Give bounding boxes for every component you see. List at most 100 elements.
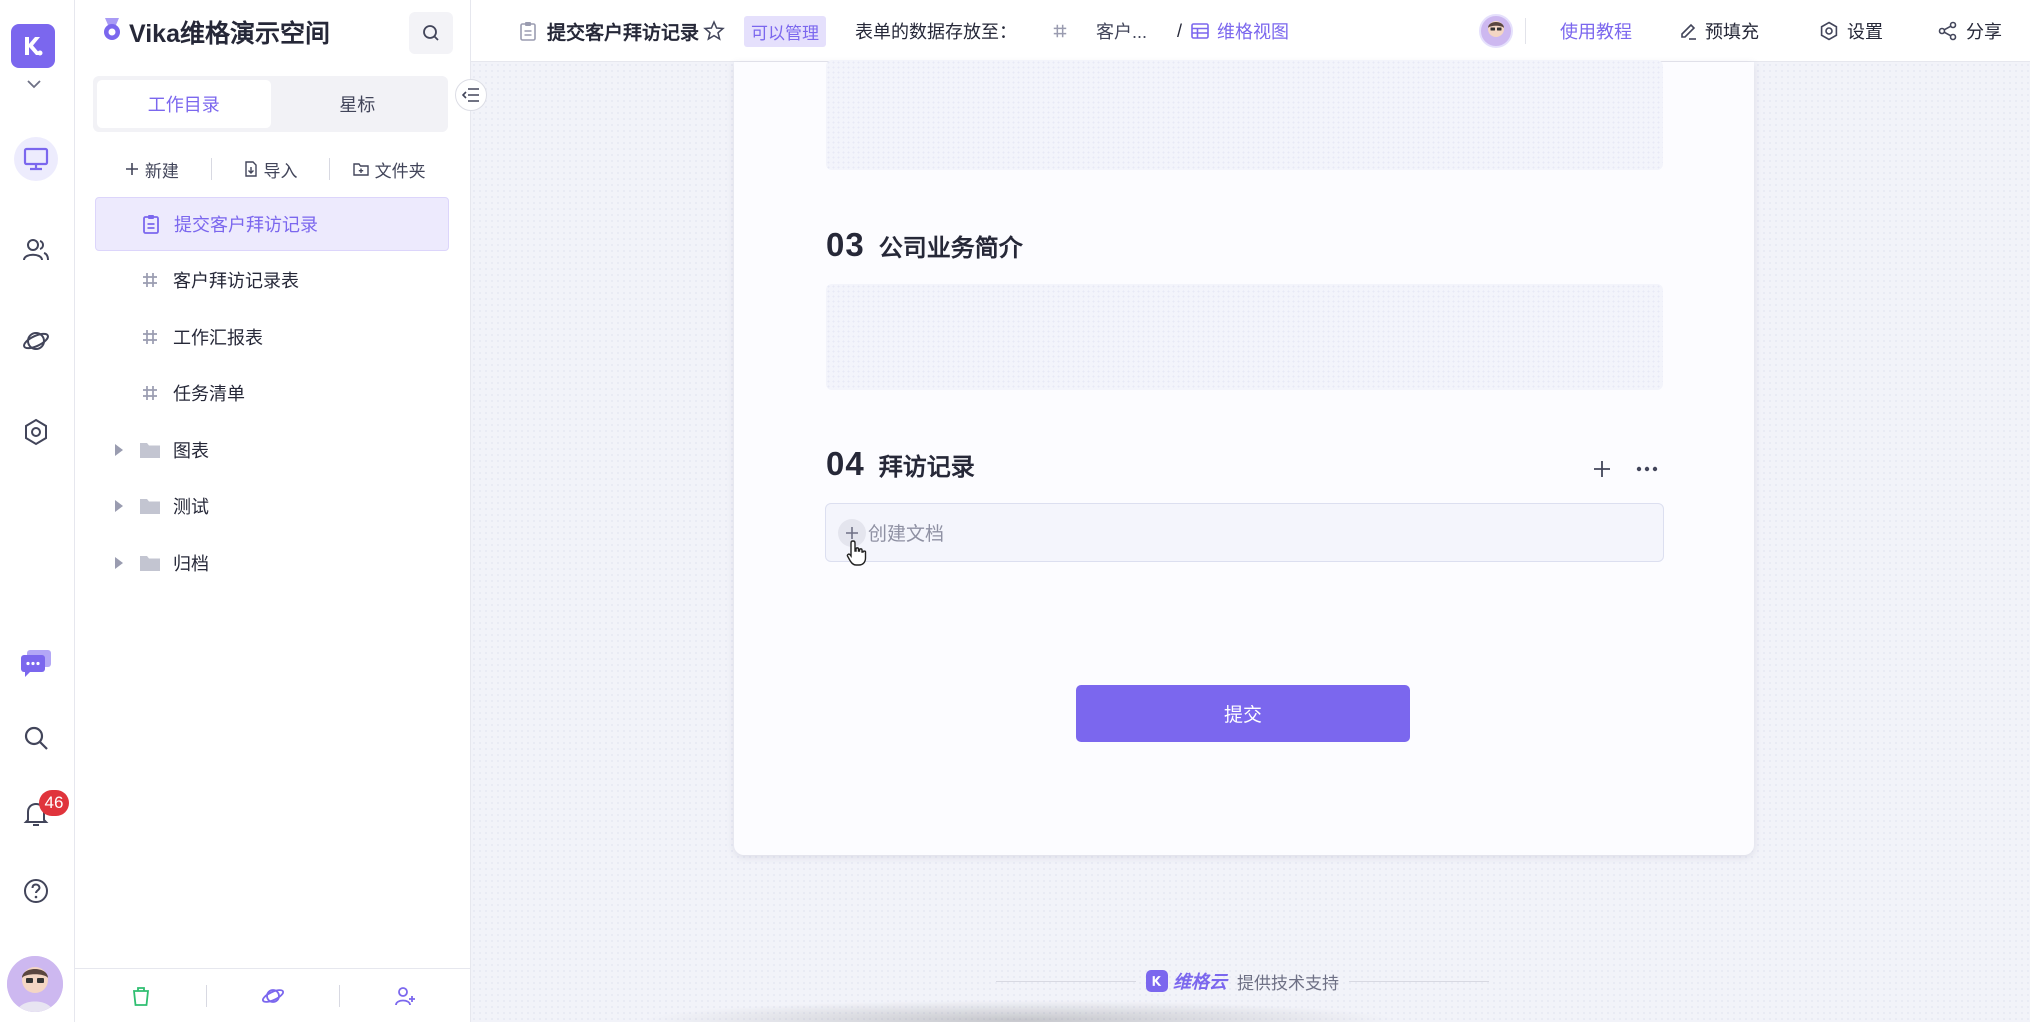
- collaborator-avatar[interactable]: [1479, 0, 1513, 62]
- field-number: 04: [826, 445, 865, 482]
- view-link[interactable]: 维格视图: [1191, 0, 1289, 62]
- sidebar-item-label: 任务清单: [173, 384, 245, 404]
- form-title-area: 提交客户拜访记录: [519, 0, 725, 62]
- collapse-icon: [462, 88, 479, 102]
- hand-pointer-icon: [845, 539, 869, 572]
- sidebar-item-label: 图表: [173, 441, 209, 461]
- tab-workdir[interactable]: 工作目录: [97, 80, 271, 128]
- field-label: 公司业务简介: [878, 235, 1023, 262]
- datasheet-hash-icon: [139, 326, 161, 348]
- folder-button[interactable]: 文件夹: [330, 157, 448, 182]
- datasheet-hash-icon: [1052, 23, 1068, 39]
- submit-button[interactable]: 提交: [1076, 685, 1410, 742]
- space-logo-icon: [101, 16, 123, 49]
- sidebar-item-label: 提交客户拜访记录: [174, 215, 318, 235]
- new-button[interactable]: 新建: [93, 157, 211, 182]
- datasheet-link[interactable]: 客户...: [1052, 0, 1147, 62]
- sidebar-item-folder[interactable]: 图表: [95, 423, 449, 477]
- template-center-button[interactable]: [207, 985, 338, 1007]
- star-icon[interactable]: [703, 20, 725, 42]
- sidebar-item-label: 工作汇报表: [173, 328, 263, 348]
- sidebar-item-label: 归档: [173, 554, 209, 574]
- sidebar-item-label: 客户拜访记录表: [173, 271, 299, 291]
- permission-badge[interactable]: 可以管理: [744, 15, 826, 47]
- space-name: Vika维格演示空间: [129, 20, 330, 48]
- caret-right-icon[interactable]: [115, 500, 123, 512]
- field-number: 03: [826, 226, 865, 263]
- import-button[interactable]: 导入: [212, 157, 330, 182]
- sidebar-tabs: 工作目录 星标: [93, 76, 448, 132]
- sidebar-item-folder[interactable]: 归档: [95, 536, 449, 590]
- storage-label: 表单的数据存放至：: [855, 22, 1017, 42]
- create-doc-field[interactable]: 创建文档: [825, 503, 1664, 562]
- create-doc-label: 创建文档: [868, 524, 945, 545]
- user-avatar[interactable]: [7, 956, 63, 1012]
- form-icon: [140, 213, 162, 235]
- add-icon[interactable]: [1587, 454, 1617, 484]
- tutorial-link[interactable]: 使用教程: [1560, 0, 1632, 62]
- folder-add-icon: [352, 163, 369, 176]
- powered-text: 提供技术支持: [1237, 973, 1339, 993]
- trash-icon: [132, 986, 149, 1006]
- caret-right-icon[interactable]: [115, 444, 123, 456]
- view-name: 维格视图: [1217, 22, 1289, 42]
- share-label: 分享: [1966, 22, 2002, 42]
- sidebar-search-button[interactable]: [409, 12, 453, 54]
- caret-right-icon[interactable]: [115, 557, 123, 569]
- invite-member-button[interactable]: [340, 985, 471, 1007]
- sidebar-item-datasheet[interactable]: 工作汇报表: [95, 310, 449, 364]
- prefill-button[interactable]: 预填充: [1679, 0, 1759, 62]
- more-icon[interactable]: [1632, 454, 1662, 484]
- settings-button[interactable]: 设置: [1819, 0, 1883, 62]
- form-card: 03 公司业务简介 04 拜访记录 创建文档 提交: [734, 60, 1754, 855]
- vika-logo-icon: [1146, 970, 1168, 992]
- previous-field-input[interactable]: [826, 60, 1663, 170]
- collapse-sidebar-button[interactable]: [455, 79, 487, 111]
- sidebar-item-form[interactable]: 提交客户拜访记录: [95, 197, 449, 251]
- sidebar-toolbar: 新建 导入 文件夹: [93, 152, 448, 186]
- chat-icon[interactable]: [14, 641, 58, 685]
- share-icon: [1938, 21, 1958, 41]
- explore-planet-icon[interactable]: [14, 319, 58, 363]
- plus-icon: [125, 163, 138, 175]
- brand-name: 维格云: [1173, 972, 1227, 992]
- share-button[interactable]: 分享: [1938, 0, 2002, 62]
- datasheet-name: 客户...: [1096, 22, 1148, 42]
- form-title[interactable]: 提交客户拜访记录: [547, 18, 699, 45]
- workbench-icon[interactable]: [14, 137, 58, 181]
- brand-link[interactable]: 维格云: [1146, 968, 1227, 994]
- contacts-icon[interactable]: [14, 228, 58, 272]
- import-icon: [244, 161, 257, 177]
- sidebar-item-folder[interactable]: 测试: [95, 479, 449, 533]
- sidebar-item-datasheet[interactable]: 客户拜访记录表: [95, 253, 449, 307]
- new-label: 新建: [144, 161, 179, 181]
- search-icon: [423, 25, 439, 41]
- company-intro-input[interactable]: [826, 284, 1663, 390]
- settings-hex-icon[interactable]: [14, 410, 58, 454]
- folder-icon: [139, 495, 161, 517]
- edit-pen-icon: [1679, 22, 1697, 40]
- search-icon[interactable]: [14, 716, 58, 760]
- bottom-shadow: [640, 1000, 1400, 1022]
- chevron-down-icon[interactable]: [24, 74, 44, 94]
- sidebar: Vika维格演示空间 工作目录 星标 新建 导入 文件夹 提交客户拜访记录 客户…: [75, 0, 471, 1022]
- sidebar-item-datasheet[interactable]: 任务清单: [95, 366, 449, 420]
- folder-icon: [139, 439, 161, 461]
- tab-starred[interactable]: 星标: [271, 80, 445, 128]
- field-label: 拜访记录: [878, 454, 975, 481]
- planet-icon: [261, 988, 284, 1003]
- notification-badge: 46: [39, 790, 69, 816]
- space-title[interactable]: Vika维格演示空间: [101, 14, 330, 50]
- help-icon[interactable]: [14, 869, 58, 913]
- powered-by-footer: 维格云 提供技术支持: [980, 966, 1505, 996]
- import-label: 导入: [263, 161, 298, 181]
- app-logo-icon[interactable]: [11, 24, 55, 68]
- permission-wrap: 可以管理: [744, 0, 826, 62]
- field-header: 04 拜访记录: [826, 445, 975, 483]
- add-user-icon: [395, 986, 416, 1005]
- trash-button[interactable]: [75, 985, 206, 1007]
- sidebar-item-label: 测试: [173, 497, 209, 517]
- folder-icon: [139, 552, 161, 574]
- field-header: 03 公司业务简介: [826, 226, 1023, 264]
- topbar: 提交客户拜访记录 可以管理 表单的数据存放至： 客户... / 维格视图 使用教…: [471, 0, 2030, 62]
